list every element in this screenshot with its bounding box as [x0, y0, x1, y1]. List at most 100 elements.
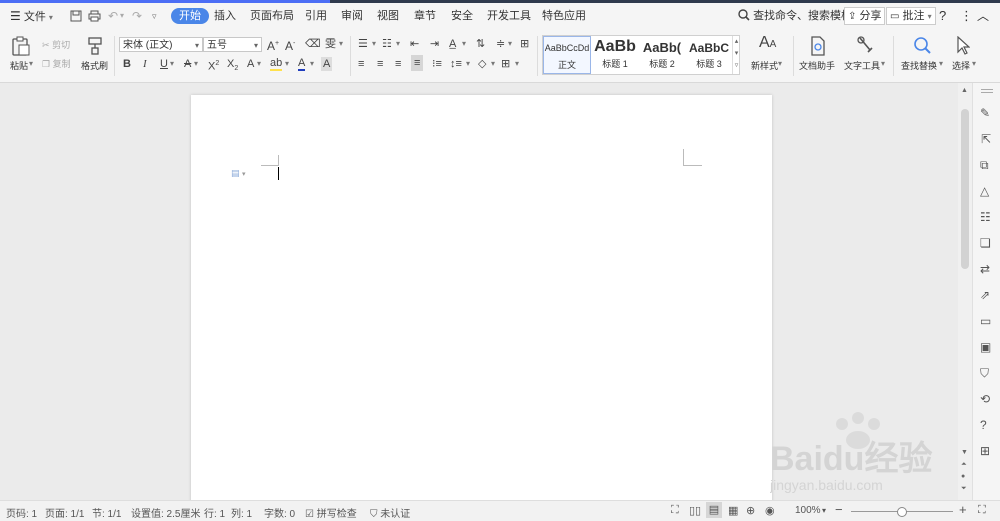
- align-center-icon[interactable]: ≡: [377, 57, 383, 71]
- decrease-font-icon[interactable]: A-: [285, 37, 295, 53]
- command-search[interactable]: 查找命令、搜索模板: [738, 8, 852, 24]
- font-color-icon[interactable]: A: [298, 57, 306, 71]
- zoom-in-icon[interactable]: +: [959, 502, 967, 517]
- table-grid-icon[interactable]: ⊞: [520, 37, 529, 51]
- tab-references[interactable]: 引用: [305, 8, 327, 24]
- superscript-icon[interactable]: X2: [208, 57, 219, 74]
- browse-object-icon[interactable]: ●: [961, 473, 965, 480]
- status-setting[interactable]: 设置值: 2.5厘米: [131, 505, 200, 520]
- file-menu[interactable]: ☰ 文件 ▾: [10, 8, 53, 24]
- change-case-icon[interactable]: A̲: [449, 37, 456, 51]
- doc-compare-icon[interactable]: ❏: [980, 236, 991, 250]
- line-spacing-tools-icon[interactable]: ≑: [496, 37, 505, 51]
- eye-protection-icon[interactable]: ◉: [765, 504, 775, 517]
- tab-review[interactable]: 审阅: [341, 8, 363, 24]
- tab-chapter[interactable]: 章节: [414, 8, 436, 24]
- outline-view-icon[interactable]: ▦: [728, 504, 738, 517]
- reading-view-icon[interactable]: ▯▯: [689, 504, 701, 517]
- tab-developer[interactable]: 开发工具: [487, 8, 531, 24]
- shading-icon[interactable]: ◇: [478, 57, 486, 71]
- font-size-select[interactable]: 五号 ▾: [203, 37, 262, 52]
- styles-scroll[interactable]: ▴ ▾ ▿: [732, 36, 740, 74]
- italic-icon[interactable]: I: [143, 57, 147, 71]
- numbered-list-icon[interactable]: ☷: [382, 37, 392, 51]
- chevron-down-icon[interactable]: ▾: [372, 37, 376, 51]
- help-circle-icon[interactable]: ?: [980, 418, 987, 432]
- share-out-icon[interactable]: ⇗: [980, 288, 990, 302]
- zoom-level[interactable]: 100%: [795, 505, 821, 516]
- zoom-slider-handle[interactable]: [897, 507, 907, 517]
- print-icon[interactable]: [88, 10, 101, 22]
- comment-button[interactable]: ▭ 批注 ▾: [886, 7, 936, 25]
- justify-icon[interactable]: ≡: [411, 55, 424, 71]
- increase-font-icon[interactable]: A+: [267, 37, 279, 53]
- collapse-ribbon-icon[interactable]: ︿: [977, 8, 989, 24]
- bullet-list-icon[interactable]: ☰: [358, 37, 368, 51]
- chevron-down-icon[interactable]: ▾: [310, 57, 314, 71]
- customize-toolbar-icon[interactable]: ▿: [152, 8, 157, 24]
- undo-dropdown-icon[interactable]: ▾: [120, 8, 124, 24]
- auth-status[interactable]: ⛉ 未认证: [370, 505, 410, 520]
- sort-icon[interactable]: ⇅: [476, 37, 485, 51]
- chevron-down-icon[interactable]: ▾: [462, 37, 466, 51]
- style-normal[interactable]: AaBbCcDd 正文: [543, 36, 591, 74]
- borders-icon[interactable]: ⊞: [501, 57, 510, 71]
- redo-icon[interactable]: ↷: [132, 8, 142, 24]
- web-view-icon[interactable]: ⊕: [746, 504, 755, 517]
- shapes-icon[interactable]: ⧉: [980, 158, 989, 173]
- more-icon[interactable]: ⋮: [960, 8, 973, 24]
- undo-icon[interactable]: ↶: [108, 8, 118, 24]
- chevron-down-icon[interactable]: ▾: [466, 57, 470, 71]
- font-name-select[interactable]: 宋体 (正文) ▾: [119, 37, 203, 52]
- zoom-out-icon[interactable]: −: [835, 502, 843, 517]
- style-heading-3[interactable]: AaBbC 标题 3: [686, 36, 732, 74]
- translate-icon[interactable]: ⇄: [980, 262, 990, 276]
- char-shading-icon[interactable]: A: [321, 57, 333, 71]
- status-row[interactable]: 行: 1: [204, 505, 225, 520]
- status-column[interactable]: 列: 1: [231, 505, 252, 520]
- spell-check-button[interactable]: ☑ 拼写检查: [305, 505, 357, 520]
- share-button[interactable]: ⇪ 分享: [844, 7, 886, 25]
- phonetic-guide-icon[interactable]: 雯: [325, 37, 336, 51]
- pointer-icon[interactable]: ⇱: [981, 132, 991, 146]
- tab-page-layout[interactable]: 页面布局: [250, 8, 294, 24]
- line-spacing-icon[interactable]: ↕≡: [450, 57, 462, 71]
- tab-home[interactable]: 开始: [171, 8, 209, 24]
- scroll-up-icon[interactable]: ▲: [961, 87, 968, 94]
- fit-window-icon[interactable]: ⛶: [978, 504, 986, 517]
- pen-icon[interactable]: ✎: [980, 106, 990, 120]
- strikethrough-icon[interactable]: A: [184, 57, 191, 71]
- decrease-indent-icon[interactable]: ⇤: [410, 37, 419, 51]
- document-page[interactable]: ▤ ▾: [191, 95, 772, 505]
- status-section[interactable]: 节: 1/1: [92, 505, 121, 520]
- distributed-icon[interactable]: ⁝≡: [432, 57, 442, 71]
- page-view-icon[interactable]: ▤: [706, 502, 722, 518]
- tab-security[interactable]: 安全: [451, 8, 473, 24]
- chevron-down-icon[interactable]: ▾: [515, 57, 519, 71]
- chevron-down-icon[interactable]: ▾: [339, 37, 343, 51]
- pane-handle[interactable]: [981, 89, 993, 93]
- history-icon[interactable]: ⟲: [980, 392, 990, 406]
- prev-page-icon[interactable]: ⏶: [961, 461, 967, 469]
- scroll-down-icon[interactable]: ▼: [961, 449, 968, 456]
- next-page-icon[interactable]: ⏷: [961, 485, 967, 493]
- scrollbar-thumb[interactable]: [961, 109, 969, 269]
- status-pages[interactable]: 页面: 1/1: [45, 505, 84, 520]
- chevron-down-icon[interactable]: ▾: [491, 57, 495, 71]
- status-word-count[interactable]: 字数: 0: [264, 505, 295, 520]
- archive-icon[interactable]: ▭: [980, 314, 991, 328]
- style-icon[interactable]: △: [980, 184, 989, 198]
- tab-insert[interactable]: 插入: [214, 8, 236, 24]
- tab-view[interactable]: 视图: [377, 8, 399, 24]
- chevron-down-icon[interactable]: ▾: [508, 37, 512, 51]
- chevron-down-icon[interactable]: ▾: [396, 37, 400, 51]
- underline-icon[interactable]: U: [160, 57, 168, 71]
- clear-format-icon[interactable]: ⌫: [305, 37, 321, 51]
- text-effect-icon[interactable]: A: [247, 57, 254, 71]
- copy-button[interactable]: ❐ 复制: [42, 57, 71, 71]
- vertical-scrollbar[interactable]: ▲ ▼ ⏶ ● ⏷: [958, 83, 972, 500]
- tab-special-apps[interactable]: 特色应用: [542, 8, 586, 24]
- chevron-down-icon[interactable]: ▾: [822, 506, 826, 515]
- status-page-number[interactable]: 页码: 1: [6, 505, 37, 520]
- increase-indent-icon[interactable]: ⇥: [430, 37, 439, 51]
